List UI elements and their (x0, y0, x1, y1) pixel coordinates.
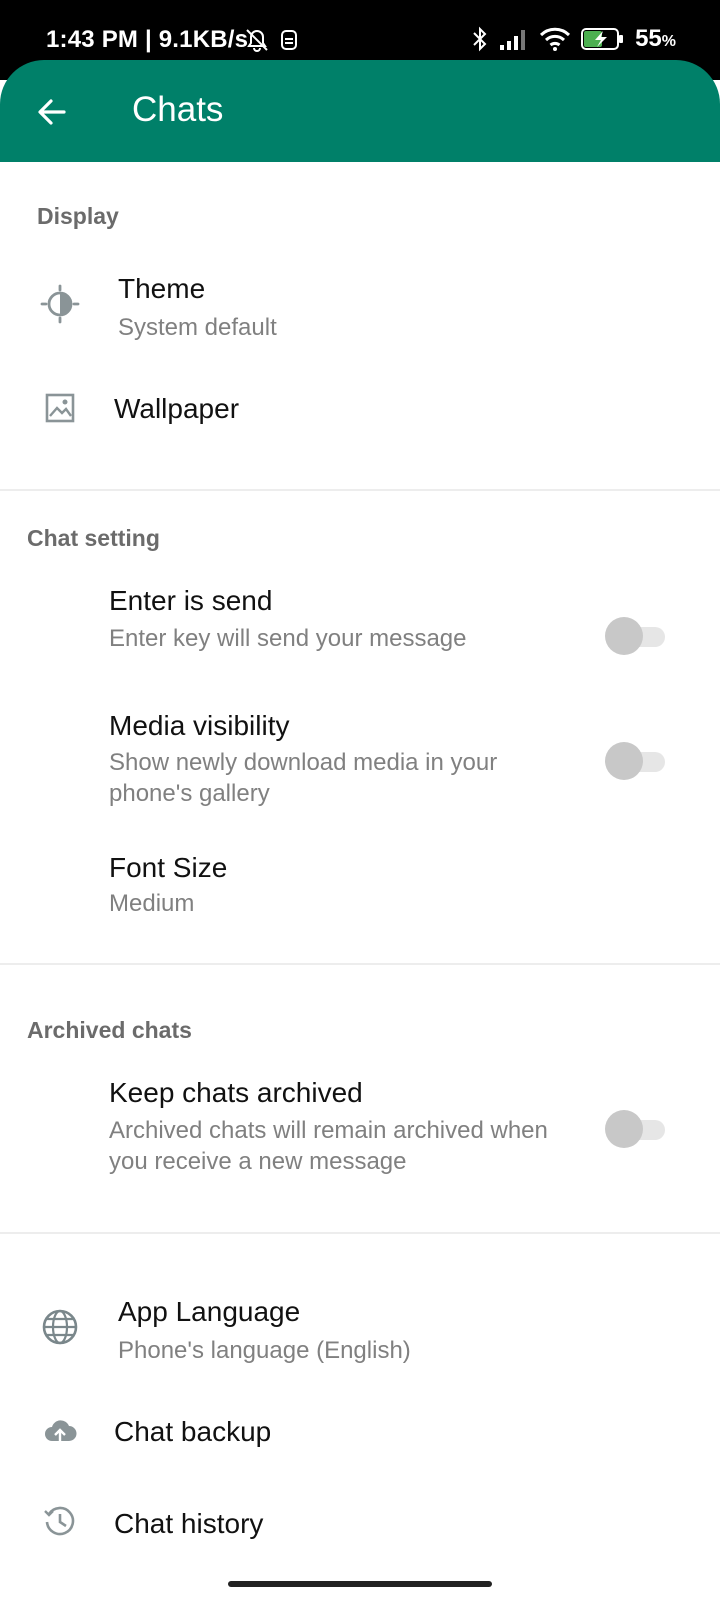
section-divider (0, 963, 720, 965)
cloud-upload-icon (40, 1412, 80, 1452)
section-divider (0, 1232, 720, 1234)
section-header-chat-setting: Chat setting (27, 525, 160, 551)
page-title: Chats (132, 90, 224, 129)
chat-history-title: Chat history (114, 1508, 264, 1539)
media-visibility-subtitle-line1: Show newly download media in your (109, 749, 498, 776)
sim-icon (281, 30, 297, 50)
history-icon (40, 1502, 80, 1542)
enter-is-send-toggle[interactable] (605, 617, 667, 657)
theme-icon (40, 284, 80, 324)
globe-icon (40, 1307, 80, 1347)
enter-is-send-subtitle: Enter key will send your message (109, 625, 467, 652)
chat-history-setting[interactable] (0, 1485, 720, 1565)
app-language-title: App Language (118, 1296, 301, 1327)
enter-is-send-title: Enter is send (109, 585, 273, 616)
wifi-icon (540, 27, 571, 51)
notifications-off-icon (246, 29, 268, 52)
bluetooth-icon (473, 26, 487, 52)
section-divider (0, 489, 720, 491)
font-size-setting[interactable] (0, 840, 720, 940)
wallpaper-setting[interactable] (0, 370, 720, 450)
chat-backup-title: Chat backup (114, 1416, 272, 1447)
app-bar: Chats (0, 60, 720, 162)
status-time: 1:43 PM | 9.1KB/s (46, 26, 249, 53)
status-icons: 55% (471, 24, 676, 54)
media-visibility-toggle[interactable] (605, 742, 667, 782)
app-language-setting[interactable] (0, 1275, 720, 1385)
media-visibility-title: Media visibility (109, 710, 290, 741)
back-button[interactable] (30, 90, 74, 134)
keep-chats-archived-subtitle-line1: Archived chats will remain archived when (109, 1117, 548, 1144)
arrow-left-icon (38, 99, 66, 125)
keep-chats-archived-subtitle-line2: you receive a new message (109, 1148, 407, 1175)
font-size-subtitle: Medium (109, 890, 195, 917)
toggle-thumb (605, 1110, 643, 1148)
font-size-title: Font Size (109, 852, 228, 883)
theme-title: Theme (118, 273, 206, 304)
media-visibility-subtitle-line2: phone's gallery (109, 780, 270, 807)
toggle-thumb (605, 742, 643, 780)
wallpaper-title: Wallpaper (114, 393, 240, 424)
keep-chats-archived-toggle[interactable] (605, 1110, 667, 1150)
battery-percentage: 55% (635, 25, 676, 52)
home-indicator[interactable] (228, 1581, 492, 1587)
battery-unit: % (661, 33, 676, 50)
app-language-subtitle: Phone's language (English) (118, 1337, 411, 1364)
keep-chats-archived-title: Keep chats archived (109, 1077, 363, 1108)
section-header-archived-chats: Archived chats (27, 1017, 192, 1043)
theme-subtitle: System default (118, 314, 277, 341)
section-header-display: Display (37, 203, 119, 229)
toggle-thumb (605, 617, 643, 655)
signal-icon (500, 30, 526, 50)
wallpaper-icon (40, 388, 80, 428)
battery-charging-icon (581, 28, 624, 50)
chat-backup-setting[interactable] (0, 1395, 720, 1475)
theme-setting[interactable] (0, 250, 720, 360)
